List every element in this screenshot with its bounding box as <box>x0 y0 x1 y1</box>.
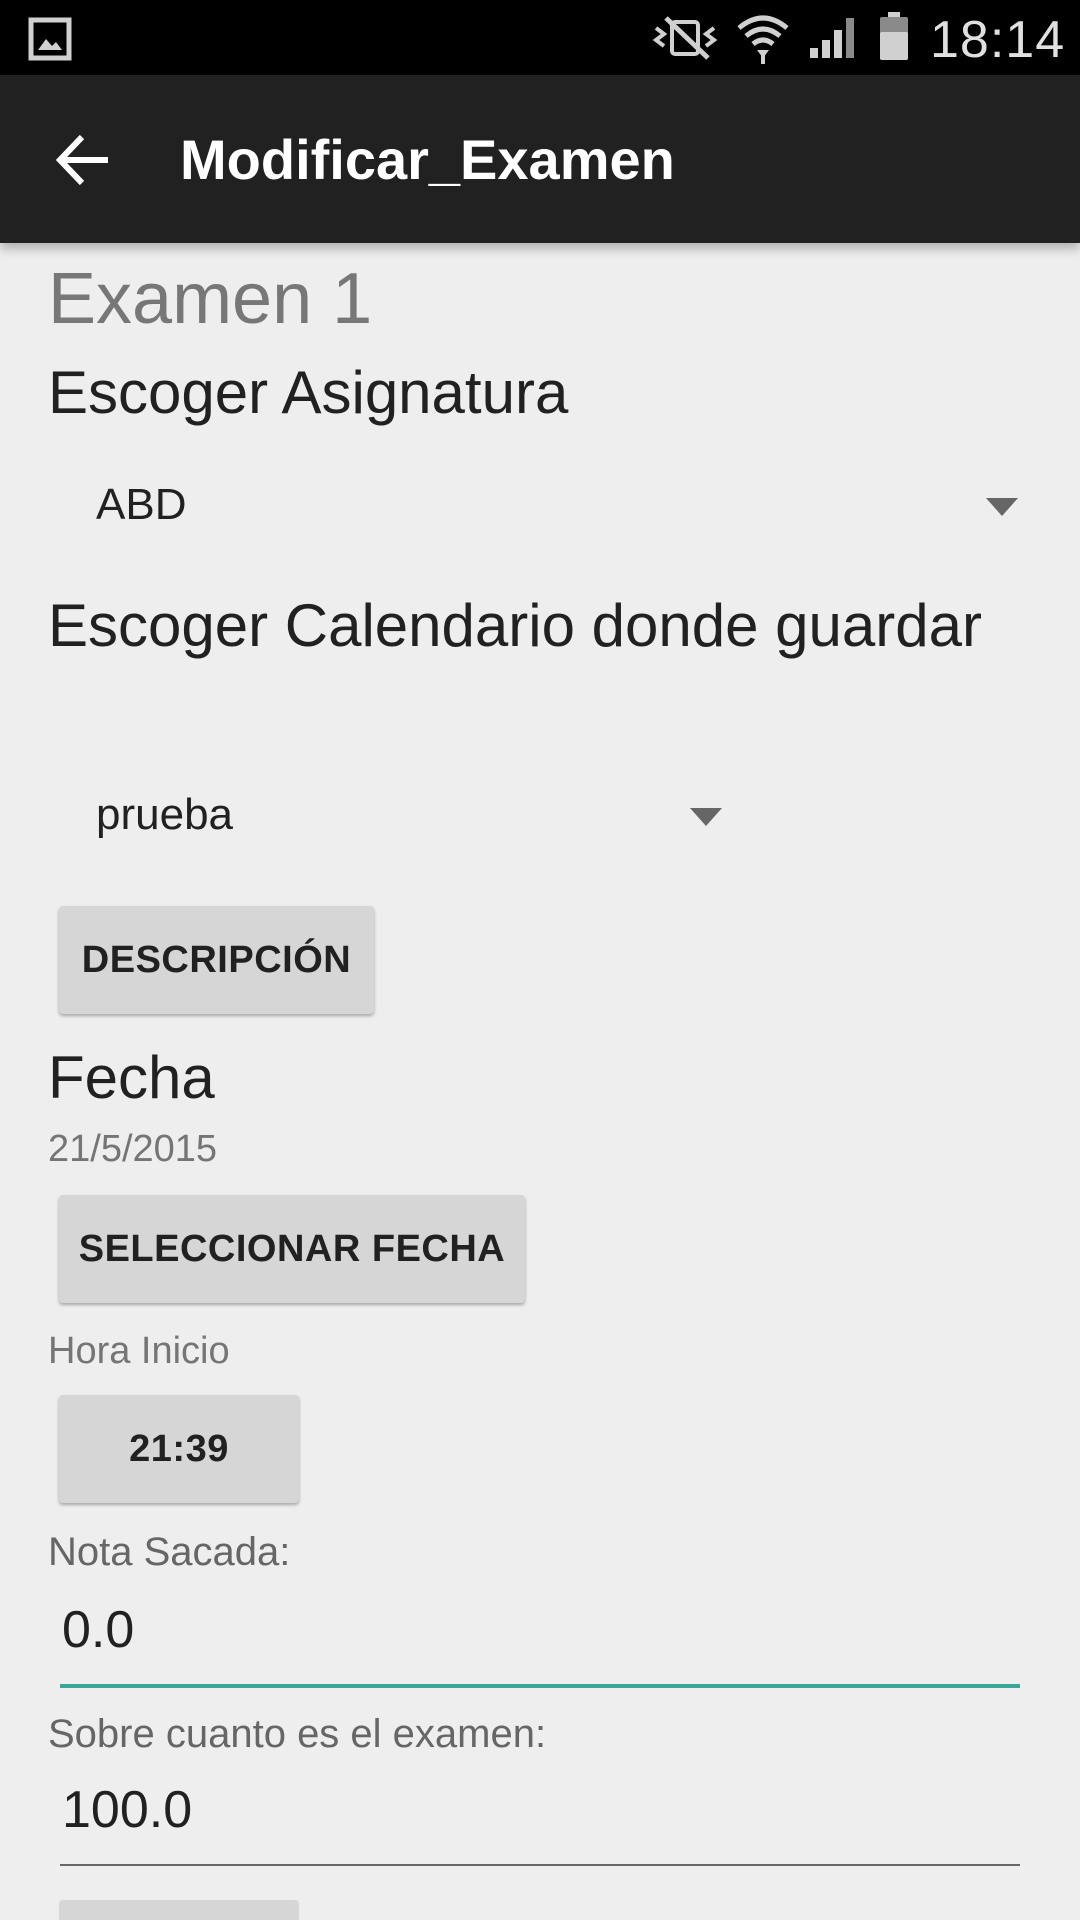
total-label: Sobre cuanto es el examen: <box>48 1712 547 1756</box>
exam-title: Examen 1 <box>48 259 373 339</box>
start-time-label: Hora Inicio <box>48 1330 230 1372</box>
date-label: Fecha <box>48 1044 215 1111</box>
status-clock: 18:14 <box>930 11 1066 69</box>
app-bar: Modificar_Examen <box>0 75 1080 243</box>
gallery-icon <box>28 17 72 61</box>
date-value: 21/5/2015 <box>48 1128 218 1170</box>
total-input[interactable]: 100.0 <box>60 1780 1020 1860</box>
subject-dropdown[interactable]: ABD <box>48 460 1032 550</box>
grade-input[interactable]: 0.0 <box>60 1600 1020 1680</box>
calendar-dropdown-value: prueba <box>96 790 234 839</box>
description-button[interactable]: DESCRIPCIÓN <box>59 906 374 1014</box>
select-date-button[interactable]: SELECCIONAR FECHA <box>59 1195 525 1303</box>
calendar-dropdown[interactable]: prueba <box>48 770 728 860</box>
battery-icon <box>880 12 908 60</box>
calendar-label: Escoger Calendario donde guardar <box>48 592 982 659</box>
chevron-down-icon <box>690 808 722 826</box>
total-input-underline <box>60 1864 1020 1866</box>
status-bar: 18:14 <box>0 0 1080 75</box>
signal-icon <box>810 18 854 58</box>
grade-input-underline <box>60 1684 1020 1688</box>
subject-dropdown-value: ABD <box>96 480 187 529</box>
subject-label: Escoger Asignatura <box>48 359 569 426</box>
wifi-icon <box>737 15 789 64</box>
start-time-button[interactable]: 21:39 <box>59 1395 299 1503</box>
partial-button[interactable] <box>59 1900 299 1920</box>
chevron-down-icon <box>986 498 1018 516</box>
grade-label: Nota Sacada: <box>48 1530 291 1574</box>
mute-icon <box>652 16 718 60</box>
page-title: Modificar_Examen <box>180 128 675 191</box>
arrow-left-icon[interactable] <box>50 125 120 195</box>
